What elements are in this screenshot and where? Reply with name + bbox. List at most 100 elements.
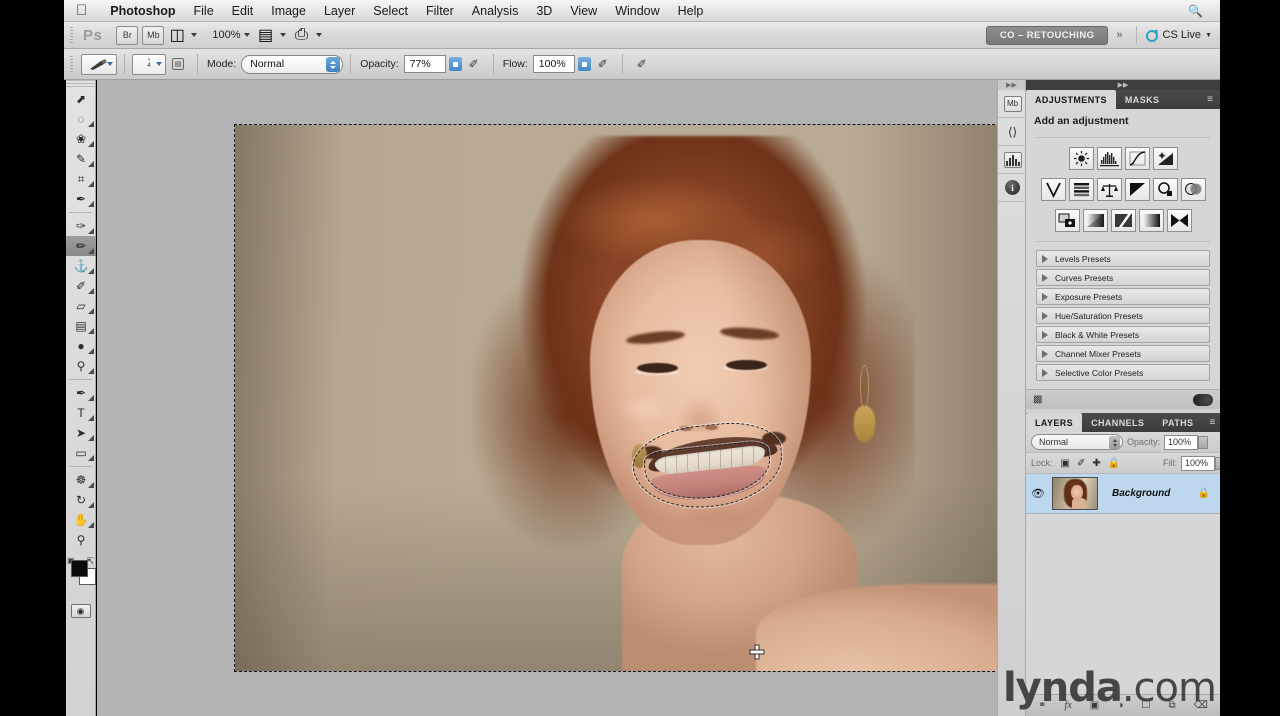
3d-object-rotate-tool[interactable]: ☸ [66,470,96,490]
layer-blend-mode-select[interactable]: Normal [1031,434,1123,450]
preset-row[interactable]: Selective Color Presets [1036,364,1210,381]
tab-paths[interactable]: PATHS [1153,413,1202,432]
airbrush-toggle[interactable]: ✐ [591,54,615,75]
lasso-tool[interactable]: ❀ [66,129,96,149]
dock-expand-icon[interactable]: ▶▶ [998,80,1025,90]
menu-item-edit[interactable]: Edit [223,1,263,21]
path-selection-tool[interactable]: ➤ [66,423,96,443]
appbar-grip[interactable] [68,26,75,44]
photo-filter-button[interactable] [1152,178,1178,201]
posterize-button[interactable] [1082,209,1108,232]
curves-button[interactable] [1124,147,1150,170]
options-bar-grip[interactable] [68,55,75,73]
clone-stamp-tool[interactable]: ⚓ [66,256,96,276]
toggle-brush-panel-button[interactable]: ▤ [166,54,190,75]
tab-masks[interactable]: MASKS [1116,90,1169,109]
arrange-chevron-down-icon[interactable] [279,33,286,37]
marquee-tool[interactable]: ◌ [66,109,96,129]
brush-preset-picker[interactable]: • 4 [132,53,166,75]
zoom-level-chevron-down-icon[interactable] [243,33,250,37]
view-extras-button[interactable]: ◫ [167,26,187,45]
quick-selection-tool[interactable]: ✎ [66,149,96,169]
zoom-level-value[interactable]: 100% [212,29,240,41]
dock-item-histogram[interactable] [998,146,1027,174]
opacity-input[interactable]: 77% [403,55,446,73]
color-balance-button[interactable] [1096,178,1122,201]
pressure-size-toggle[interactable]: ✐ [630,54,654,75]
lock-image-pixels-icon[interactable]: ✐ [1077,458,1085,469]
document-canvas-area[interactable] [97,80,997,716]
preset-row[interactable]: Levels Presets [1036,250,1210,267]
levels-button[interactable] [1096,147,1122,170]
3d-camera-rotate-tool[interactable]: ↻ [66,490,96,510]
menu-item-file[interactable]: File [185,1,223,21]
menu-item-analysis[interactable]: Analysis [463,1,528,21]
type-tool[interactable]: T [66,403,96,423]
blur-tool[interactable]: ● [66,336,96,356]
menu-item-view[interactable]: View [561,1,606,21]
vibrance-button[interactable] [1040,178,1066,201]
eraser-tool[interactable]: ▱ [66,296,96,316]
crop-tool[interactable]: ⌗ [66,169,96,189]
lock-all-icon[interactable]: 🔒 [1108,458,1120,469]
zoom-tool[interactable]: ⚲ [66,530,96,550]
black-white-button[interactable] [1124,178,1150,201]
opacity-stepper[interactable] [448,57,462,71]
clip-to-layer-icon[interactable]: ▩ [1033,394,1042,405]
menu-item-image[interactable]: Image [262,1,315,21]
gradient-tool[interactable]: ▤ [66,316,96,336]
preset-row[interactable]: Channel Mixer Presets [1036,345,1210,362]
threshold-button[interactable] [1110,209,1136,232]
screen-mode-button[interactable]: ⎙ [292,26,312,45]
layer-visibility-eye-icon[interactable]: 👁 [1030,486,1046,502]
quick-mask-toggle[interactable]: ◉ [66,604,95,618]
tool-preset-picker[interactable] [81,53,117,75]
toggle-visibility-icon[interactable] [1193,393,1213,406]
menu-item-filter[interactable]: Filter [417,1,463,21]
more-workspaces-icon[interactable]: » [1108,29,1130,41]
menu-item-layer[interactable]: Layer [315,1,364,21]
cs-live-button[interactable]: CS Live ▼ [1142,29,1220,42]
eyedropper-tool[interactable]: ✒ [66,189,96,209]
blend-mode-select[interactable]: Normal [241,54,344,74]
exposure-button[interactable] [1152,147,1178,170]
menu-item-photoshop[interactable]: Photoshop [101,1,184,21]
preset-row[interactable]: Curves Presets [1036,269,1210,286]
dock-item-mini-bridge[interactable]: Mb [998,90,1027,118]
preset-row[interactable]: Black & White Presets [1036,326,1210,343]
channel-mixer-button[interactable] [1180,178,1206,201]
spot-healing-brush-tool[interactable]: ✑ [66,216,96,236]
preset-row[interactable]: Exposure Presets [1036,288,1210,305]
brightness-contrast-button[interactable] [1068,147,1094,170]
apple-logo-icon[interactable]:  [76,3,87,18]
preset-row[interactable]: Hue/Saturation Presets [1036,307,1210,324]
layer-fill-input[interactable]: 100% [1181,455,1225,471]
photo-image[interactable] [234,124,997,672]
dock-item-info[interactable]: i [998,174,1027,202]
tab-channels[interactable]: CHANNELS [1082,413,1153,432]
view-extras-chevron-down-icon[interactable] [191,33,198,37]
history-brush-tool[interactable]: ✐ [66,276,96,296]
tab-layers[interactable]: LAYERS [1026,413,1083,432]
launch-mini-bridge-button[interactable]: Mb [142,25,165,45]
dodge-tool[interactable]: ⚲ [66,356,96,376]
hand-tool[interactable]: ✋ [66,510,96,530]
layer-opacity-stepper[interactable] [1198,435,1209,449]
layer-row-background[interactable]: 👁 Background 🔒 [1026,474,1220,514]
brush-tool[interactable]: ✏ [66,236,96,256]
tab-adjustments[interactable]: ADJUSTMENTS [1026,90,1116,109]
panel-dock-grip[interactable]: ▶▶ [1026,80,1220,90]
search-icon[interactable]: 🔍 [1181,4,1210,18]
dock-item-history[interactable]: ⟨⟩ [998,118,1027,146]
flow-stepper[interactable] [577,57,591,71]
menu-item-3d[interactable]: 3D [527,1,561,21]
move-tool[interactable]: ⬈ [66,89,96,109]
menu-item-select[interactable]: Select [364,1,417,21]
selective-color-button[interactable] [1166,209,1192,232]
screen-mode-chevron-down-icon[interactable] [315,33,322,37]
arrange-documents-button[interactable]: ▤ [256,26,276,45]
pressure-opacity-toggle[interactable]: ✐ [462,54,486,75]
menu-item-help[interactable]: Help [669,1,713,21]
invert-button[interactable] [1054,209,1080,232]
gradient-map-button[interactable] [1138,209,1164,232]
